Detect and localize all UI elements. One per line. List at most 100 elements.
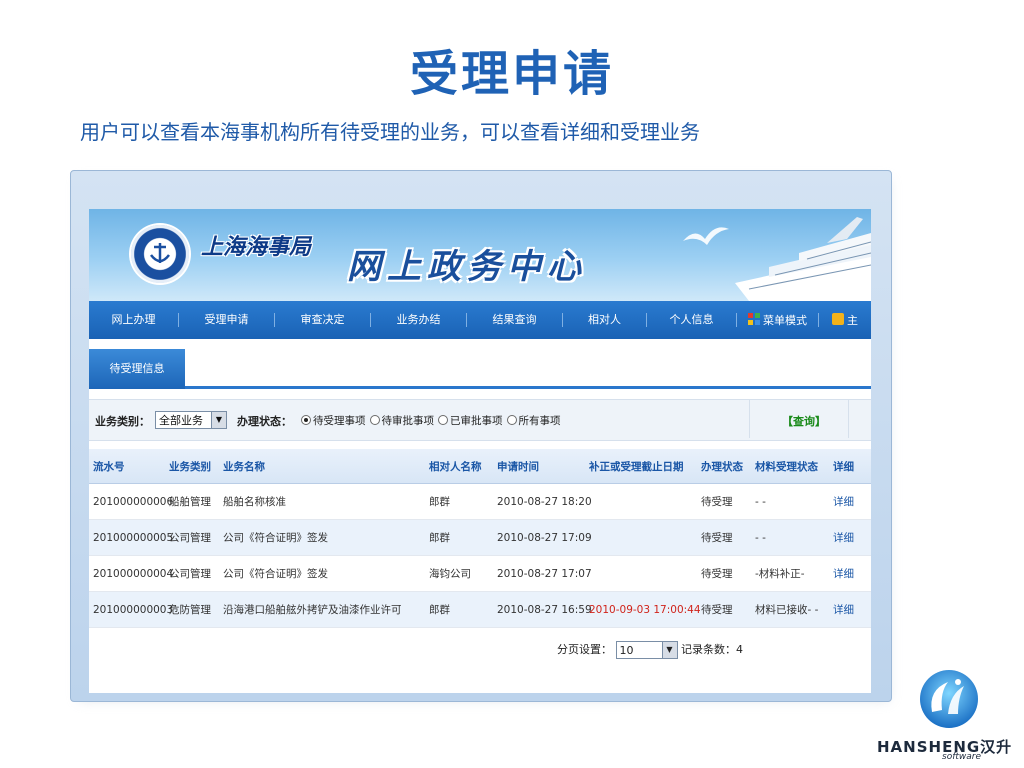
column-header-business-name: 业务名称 <box>223 460 265 473</box>
cell-business-name: 沿海港口船舶舷外拷铲及油漆作业许可 <box>223 604 402 616</box>
nav-item-label: 受理申请 <box>204 313 249 326</box>
radio-button-icon[interactable] <box>438 415 448 425</box>
column-header-applicant: 相对人名称 <box>429 460 482 473</box>
cell-applicant: 海钧公司 <box>429 568 471 580</box>
cell-apply-time: 2010-08-27 18:20 <box>497 495 592 508</box>
status-radio-4[interactable]: 所有事项 <box>506 415 561 427</box>
nav-item-5[interactable]: 结果查询 <box>467 313 563 327</box>
category-select-value: 全部业务 <box>159 414 203 427</box>
status-radio-group: 待受理事项 待审批事项 已审批事项 所有事项 <box>301 413 565 428</box>
nav-item-1[interactable]: 网上办理 <box>89 313 179 327</box>
page-size-select[interactable]: 10 ▼ <box>615 641 678 659</box>
cell-material-status: 材料已接收- - <box>755 604 819 616</box>
nav-item-2[interactable]: 受理申请 <box>179 313 275 327</box>
nav-item-7[interactable]: 个人信息 <box>647 313 737 327</box>
query-button[interactable]: 【查询】 <box>782 413 826 429</box>
cell-serial-no: 201000000005 <box>93 531 174 544</box>
column-header-category: 业务类别 <box>169 460 211 473</box>
cell-apply-time: 2010-08-27 16:59 <box>497 603 592 616</box>
nav-item-label: 结果查询 <box>492 313 537 326</box>
chevron-down-icon[interactable]: ▼ <box>661 642 677 658</box>
detail-link[interactable]: 详细 <box>833 484 854 519</box>
radio-label: 待审批事项 <box>381 415 435 427</box>
table-row[interactable]: 201000000004 公司管理 公司《符合证明》签发 海钧公司 2010-08-27… <box>89 556 871 592</box>
cell-apply-time: 2010-08-27 17:09 <box>497 531 592 544</box>
query-cell: 【查询】 <box>749 400 849 438</box>
column-header-status: 办理状态 <box>701 460 743 473</box>
category-select[interactable]: 全部业务 ▼ <box>155 411 227 429</box>
status-radio-1[interactable]: 待受理事项 <box>301 415 366 427</box>
status-label: 办理状态： <box>237 415 292 428</box>
pager: 分页设置： 10 ▼ 记录条数：4 <box>557 641 743 659</box>
column-header-detail: 详细 <box>833 460 854 473</box>
cell-deadline: 2010-09-03 17:00:44 <box>589 603 701 616</box>
cell-business-name: 船舶名称核准 <box>223 496 286 508</box>
column-header-apply-time: 申请时间 <box>497 460 539 473</box>
nav-item-label: 相对人 <box>588 313 621 326</box>
status-radio-3[interactable]: 已审批事项 <box>438 415 503 427</box>
nav-item-label: 菜单模式 <box>763 314 807 327</box>
cell-applicant: 郎群 <box>429 496 450 508</box>
page-size-value: 10 <box>619 644 634 657</box>
cell-apply-time: 2010-08-27 17:07 <box>497 567 592 580</box>
cell-business-name: 公司《符合证明》签发 <box>223 532 328 544</box>
table-body: 201000000006 船舶管理 船舶名称核准 郎群 2010-08-27 18:20… <box>89 484 871 628</box>
tab-pending-info[interactable]: 待受理信息 <box>89 349 185 389</box>
logo-sub: software <box>942 752 982 762</box>
cell-applicant: 郎群 <box>429 604 450 616</box>
cell-category: 船舶管理 <box>169 496 211 508</box>
cell-status: 待受理 <box>701 604 733 616</box>
nav-item-3[interactable]: 审查决定 <box>275 313 371 327</box>
nav-item-label: 网上办理 <box>111 313 156 326</box>
org-name: 上海海事局 <box>201 234 312 260</box>
cell-material-status: - - <box>755 531 766 544</box>
status-radio-2[interactable]: 待审批事项 <box>369 415 435 427</box>
category-label: 业务类别： <box>95 415 150 428</box>
cell-status: 待受理 <box>701 532 733 544</box>
radio-button-icon[interactable] <box>301 415 311 425</box>
cell-status: 待受理 <box>701 568 733 580</box>
cruise-ship-icon <box>735 217 871 301</box>
detail-link[interactable]: 详细 <box>833 556 854 591</box>
cell-category: 公司管理 <box>169 532 211 544</box>
record-count: 记录条数：4 <box>681 643 743 656</box>
cell-category: 公司管理 <box>169 568 211 580</box>
detail-link[interactable]: 详细 <box>833 592 854 627</box>
table-row[interactable]: 201000000005 公司管理 公司《符合证明》签发 郎群 2010-08-27 1… <box>89 520 871 556</box>
cell-status: 待受理 <box>701 496 733 508</box>
nav-item-label: 个人信息 <box>669 313 714 326</box>
detail-link[interactable]: 详细 <box>833 520 854 555</box>
cell-applicant: 郎群 <box>429 532 450 544</box>
chevron-down-icon[interactable]: ▼ <box>211 412 226 428</box>
radio-button-icon[interactable] <box>369 415 380 425</box>
table-header: 流水号 业务类别 业务名称 相对人名称 申请时间 补正或受理截止日期 办理状态 材料受理状态 详… <box>89 449 871 484</box>
cell-serial-no: 201000000003 <box>93 603 174 616</box>
column-header-deadline: 补正或受理截止日期 <box>589 460 684 473</box>
portal-banner: 上海海事局 网上政务中心 <box>89 209 871 301</box>
tab-strip: 待受理信息 <box>89 339 871 389</box>
table-row[interactable]: 201000000003 危防管理 沿海港口船舶舷外拷铲及油漆作业许可 郎群 2010-… <box>89 592 871 628</box>
main-nav: 网上办理 受理申请 审查决定 业务办结 结果查询 相对人 个人信息 菜单模式 主 <box>89 301 871 339</box>
cell-material-status: - - <box>755 495 766 508</box>
cell-serial-no: 201000000004 <box>93 567 174 580</box>
hansheng-logo-icon <box>920 670 978 728</box>
cell-material-status: -材料补正- <box>755 568 805 580</box>
radio-label: 已审批事项 <box>450 415 503 427</box>
nav-item-8[interactable]: 菜单模式 <box>737 313 819 327</box>
portal-page: 上海海事局 网上政务中心 网上办理 受理申请 审查决定 业务办结 结果查询 相对人 个人信息… <box>89 209 871 693</box>
nav-item-4[interactable]: 业务办结 <box>371 313 467 327</box>
seagull-icon <box>683 227 729 245</box>
nav-item-6[interactable]: 相对人 <box>563 313 647 327</box>
cell-serial-no: 201000000006 <box>93 495 174 508</box>
cell-category: 危防管理 <box>169 604 211 616</box>
portal-name: 网上政务中心 <box>347 247 587 287</box>
slide-title: 受理申请 <box>409 46 614 102</box>
radio-label: 所有事项 <box>518 415 561 427</box>
column-header-material-status: 材料受理状态 <box>755 460 818 473</box>
menu-icon <box>748 313 760 329</box>
column-header-serial-no: 流水号 <box>93 460 125 473</box>
table-row[interactable]: 201000000006 船舶管理 船舶名称核准 郎群 2010-08-27 18:20… <box>89 484 871 520</box>
radio-button-icon[interactable] <box>506 415 517 425</box>
nav-item-9[interactable]: 主 <box>819 313 871 327</box>
page-size-label: 分页设置： <box>557 643 612 656</box>
